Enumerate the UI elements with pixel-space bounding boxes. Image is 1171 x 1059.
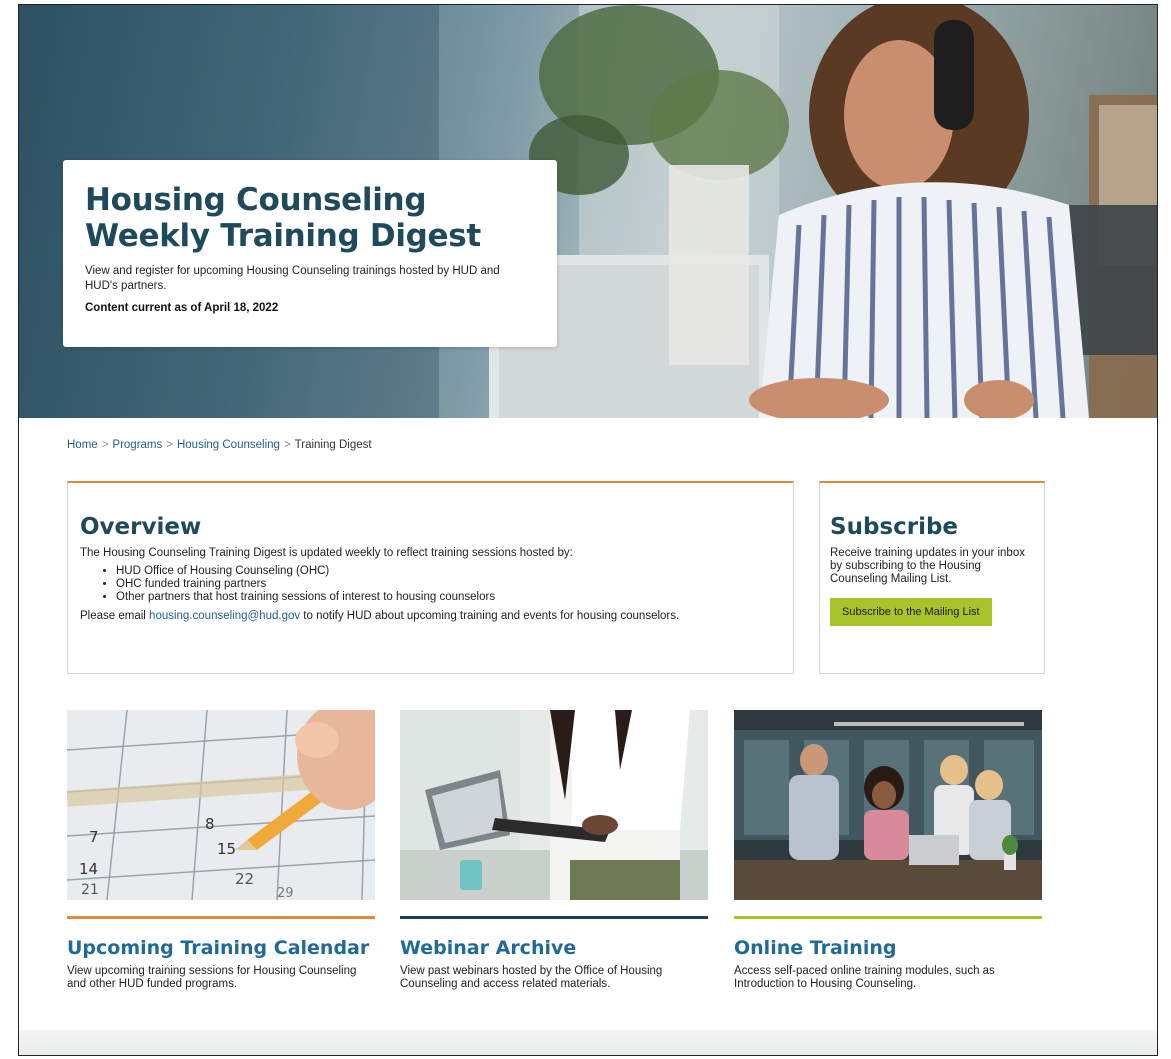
online-training-photo bbox=[734, 710, 1042, 900]
page-title-line-2: Weekly Training Digest bbox=[85, 218, 481, 254]
overview-intro: The Housing Counseling Training Digest i… bbox=[80, 547, 573, 559]
calendar-day-8: 8 bbox=[205, 815, 215, 833]
hero-card: Housing Counseling Weekly Training Diges… bbox=[63, 160, 557, 347]
subscribe-panel: Subscribe Receive training updates in yo… bbox=[819, 481, 1045, 674]
calendar-day-29: 29 bbox=[277, 886, 294, 900]
card-online-training[interactable]: Online Training Access self-paced online… bbox=[734, 710, 1042, 991]
list-item: Other partners that host training sessio… bbox=[116, 591, 781, 604]
calendar-photo bbox=[67, 710, 375, 900]
card-webinar-archive[interactable]: Webinar Archive View past webinars hoste… bbox=[400, 710, 708, 991]
subscribe-button[interactable]: Subscribe to the Mailing List bbox=[830, 598, 992, 626]
overview-heading: Overview bbox=[80, 514, 202, 540]
calendar-day-21: 21 bbox=[81, 882, 99, 898]
breadcrumb-housing-counseling[interactable]: Housing Counseling bbox=[177, 439, 280, 451]
breadcrumb-home[interactable]: Home bbox=[67, 439, 98, 451]
breadcrumb-separator: > bbox=[283, 439, 291, 451]
card-accent-rule bbox=[67, 916, 375, 919]
card-upcoming-training-calendar[interactable]: 7 8 14 15 21 22 29 Upcoming Training Cal… bbox=[67, 710, 375, 991]
footer-strip bbox=[19, 1030, 1157, 1055]
page-title-line-1: Housing Counseling bbox=[85, 182, 427, 218]
card-description: Access self-paced online training module… bbox=[734, 965, 995, 990]
list-item: OHC funded training partners bbox=[116, 578, 781, 591]
card-title[interactable]: Online Training bbox=[734, 937, 1042, 959]
breadcrumb-separator: > bbox=[101, 439, 109, 451]
breadcrumb-current: Training Digest bbox=[294, 439, 372, 451]
content-date: Content current as of April 18, 2022 bbox=[85, 302, 279, 314]
breadcrumb: Home > Programs > Housing Counseling > Trainin… bbox=[67, 439, 372, 451]
card-description: View past webinars hosted by the Office … bbox=[400, 965, 663, 990]
page-frame: Housing Counseling Weekly Training Diges… bbox=[18, 4, 1158, 1056]
subscribe-description: Receive training updates in your inbox b… bbox=[830, 547, 1025, 585]
page-title: Housing Counseling Weekly Training Diges… bbox=[85, 182, 535, 254]
card-accent-rule bbox=[734, 916, 1042, 919]
list-item: HUD Office of Housing Counseling (OHC) bbox=[116, 565, 781, 578]
calendar-day-15: 15 bbox=[217, 840, 237, 858]
overview-email-note: Please email housing.counseling@hud.gov … bbox=[80, 610, 781, 622]
email-link[interactable]: housing.counseling@hud.gov bbox=[149, 610, 300, 622]
calendar-day-14: 14 bbox=[79, 860, 99, 878]
card-title[interactable]: Upcoming Training Calendar bbox=[67, 937, 375, 959]
hero-banner: Housing Counseling Weekly Training Diges… bbox=[19, 5, 1157, 418]
calendar-day-22: 22 bbox=[235, 870, 255, 888]
calendar-day-7: 7 bbox=[89, 828, 99, 846]
subscribe-heading: Subscribe bbox=[830, 514, 959, 540]
breadcrumb-separator: > bbox=[166, 439, 173, 451]
card-title[interactable]: Webinar Archive bbox=[400, 937, 708, 959]
calendar-image[interactable]: 7 8 14 15 21 22 29 bbox=[67, 710, 375, 900]
webinar-image[interactable] bbox=[400, 710, 708, 900]
online-training-image[interactable] bbox=[734, 710, 1042, 900]
overview-list: HUD Office of Housing Counseling (OHC) O… bbox=[116, 565, 781, 604]
hero-description: View and register for upcoming Housing C… bbox=[85, 265, 500, 292]
card-accent-rule bbox=[400, 916, 708, 919]
email-suffix: to notify HUD about upcoming training an… bbox=[300, 610, 680, 622]
breadcrumb-programs[interactable]: Programs bbox=[112, 439, 162, 451]
card-description: View upcoming training sessions for Hous… bbox=[67, 965, 357, 990]
email-prefix: Please email bbox=[80, 610, 150, 622]
overview-panel: Overview The Housing Counseling Training… bbox=[67, 481, 794, 674]
webinar-photo bbox=[400, 710, 708, 900]
